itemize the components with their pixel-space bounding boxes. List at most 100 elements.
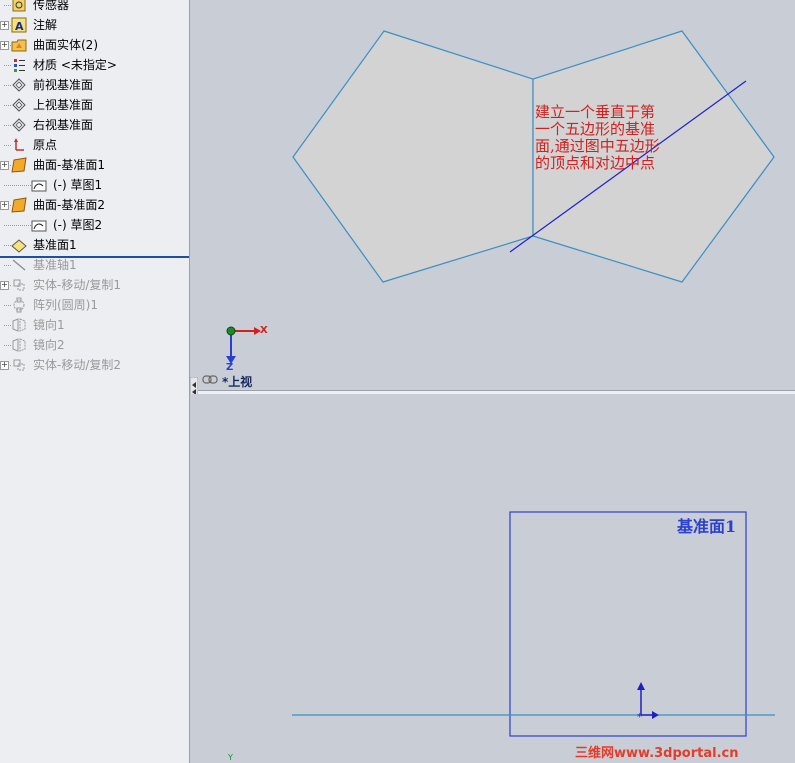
tree-item-label: 基准面1: [33, 238, 77, 252]
annotation-note: 建立一个垂直于第 一个五边形的基准 面,通过图中五边形 的顶点和对边中点: [535, 104, 750, 172]
tree-item-label: 镜向1: [33, 318, 65, 332]
sensor-icon: [12, 0, 26, 12]
tree-connector: [4, 145, 11, 146]
origin-triad: *: [637, 682, 659, 723]
tree-item[interactable]: 原点: [0, 135, 189, 155]
tree-connector: [4, 65, 11, 66]
tree-item[interactable]: 前视基准面: [0, 75, 189, 95]
tree-item[interactable]: 材质 <未指定>: [0, 55, 189, 75]
tree-item-label: 实体-移动/复制2: [33, 358, 122, 372]
circular-pattern-icon: [13, 297, 25, 313]
top-viewport[interactable]: X Z: [190, 0, 795, 390]
tree-item-label: 右视基准面: [33, 118, 94, 132]
tree-item[interactable]: 阵列(圆周)1: [0, 295, 189, 315]
tree-item[interactable]: 基准面1: [0, 235, 189, 255]
tree-item[interactable]: + A 注解: [0, 15, 189, 35]
plane-selected-icon: [11, 239, 27, 253]
plane-icon: [12, 78, 26, 92]
bottom-viewport-graphics: *: [292, 511, 775, 737]
sketch-icon: [31, 220, 47, 232]
tree-connector: [4, 125, 11, 126]
tree-item-label: (-) 草图2: [53, 218, 103, 232]
tree-item[interactable]: + 实体-移动/复制2: [0, 355, 189, 375]
bottom-viewport[interactable]: * Y: [190, 394, 795, 763]
link-view-icon[interactable]: [202, 375, 218, 384]
tree-item-label: 曲面实体(2): [33, 38, 98, 52]
tree-item[interactable]: 上视基准面: [0, 95, 189, 115]
tree-item-label: 基准轴1: [33, 258, 77, 272]
move-copy-icon: [13, 359, 25, 371]
tree-connector: [4, 185, 31, 186]
mirror-icon: [12, 338, 26, 352]
note-line: 面,通过图中五边形: [535, 137, 660, 155]
tree-item-label: 前视基准面: [33, 78, 94, 92]
tree-item-label: 材质 <未指定>: [33, 58, 117, 72]
tree-connector: [4, 325, 11, 326]
triad-x-label: X: [260, 325, 268, 336]
tree-connector: [4, 245, 11, 246]
note-line: 建立一个垂直于第: [535, 103, 656, 121]
material-icon: [14, 59, 25, 72]
tree-item-label: (-) 草图1: [53, 178, 103, 192]
view-name-label: *上视: [222, 375, 253, 389]
feature-manager-tree[interactable]: 传感器 + A 注解 + 曲面实体(2) 材质 <未指定> 前视基准面上视基准面右视基准面原点…: [0, 0, 190, 763]
view-triad: [226, 326, 261, 364]
expand-toggle-icon[interactable]: +: [0, 361, 9, 370]
tree-connector: [4, 5, 11, 6]
svg-text:*: *: [637, 712, 642, 723]
note-line: 一个五边形的基准: [535, 120, 656, 138]
tree-item[interactable]: 镜向1: [0, 315, 189, 335]
rollback-bar[interactable]: [0, 256, 189, 258]
annotation-icon: A: [11, 17, 27, 33]
tree-connector: [4, 265, 11, 266]
tree-item-label: 传感器: [33, 0, 70, 12]
surface-bodies-icon: [11, 39, 27, 52]
sketch-icon: [31, 180, 47, 192]
axis-icon: [12, 259, 26, 271]
tree-item[interactable]: 传感器: [0, 0, 189, 15]
tree-item-label: 镜向2: [33, 338, 65, 352]
tree-item[interactable]: + 曲面-基准面1: [0, 155, 189, 175]
note-line: 的顶点和对边中点: [535, 154, 656, 172]
tree-item[interactable]: + 实体-移动/复制1: [0, 275, 189, 295]
top-viewport-graphics: [226, 30, 775, 364]
tree-item[interactable]: + 曲面-基准面2: [0, 195, 189, 215]
tree-item-label: 原点: [33, 138, 58, 152]
expand-toggle-icon[interactable]: +: [0, 161, 9, 170]
tree-item[interactable]: 镜向2: [0, 335, 189, 355]
tree-item[interactable]: (-) 草图1: [0, 175, 189, 195]
move-copy-icon: [13, 279, 25, 291]
tree-item[interactable]: (-) 草图2: [0, 215, 189, 235]
tree-connector: [4, 345, 11, 346]
mirror-icon: [12, 318, 26, 332]
surface-plane-icon: [11, 197, 27, 213]
origin-icon: [14, 138, 24, 151]
plane-name-label: 基准面1: [677, 517, 737, 536]
plane-icon: [12, 98, 26, 112]
tree-item-label: 注解: [33, 18, 58, 32]
tree-connector: [4, 105, 11, 106]
svg-text:A: A: [15, 20, 24, 33]
pentagon-left[interactable]: [292, 30, 534, 283]
tree-item-label: 曲面-基准面1: [33, 158, 105, 172]
tree-item-label: 上视基准面: [33, 98, 94, 112]
triad-z-label: Z: [226, 362, 234, 373]
surface-plane-icon: [11, 157, 27, 173]
tree-item-label: 实体-移动/复制1: [33, 278, 122, 292]
tree-item-label: 曲面-基准面2: [33, 198, 105, 212]
tree-connector: [4, 305, 11, 306]
tree-item[interactable]: + 曲面实体(2): [0, 35, 189, 55]
expand-toggle-icon[interactable]: +: [0, 41, 9, 50]
watermark-text: 三维网www.3dportal.cn: [575, 746, 739, 761]
triad-y-label: Y: [228, 753, 233, 762]
tree-item-label: 阵列(圆周)1: [33, 298, 98, 312]
tree-item[interactable]: 右视基准面: [0, 115, 189, 135]
tree-connector: [4, 85, 11, 86]
plane-outline[interactable]: [509, 511, 747, 737]
expand-toggle-icon[interactable]: +: [0, 21, 9, 30]
tree-item[interactable]: 基准轴1: [0, 255, 189, 275]
expand-toggle-icon[interactable]: +: [0, 281, 9, 290]
tree-connector: [4, 225, 31, 226]
expand-toggle-icon[interactable]: +: [0, 201, 9, 210]
plane-icon: [12, 118, 26, 132]
